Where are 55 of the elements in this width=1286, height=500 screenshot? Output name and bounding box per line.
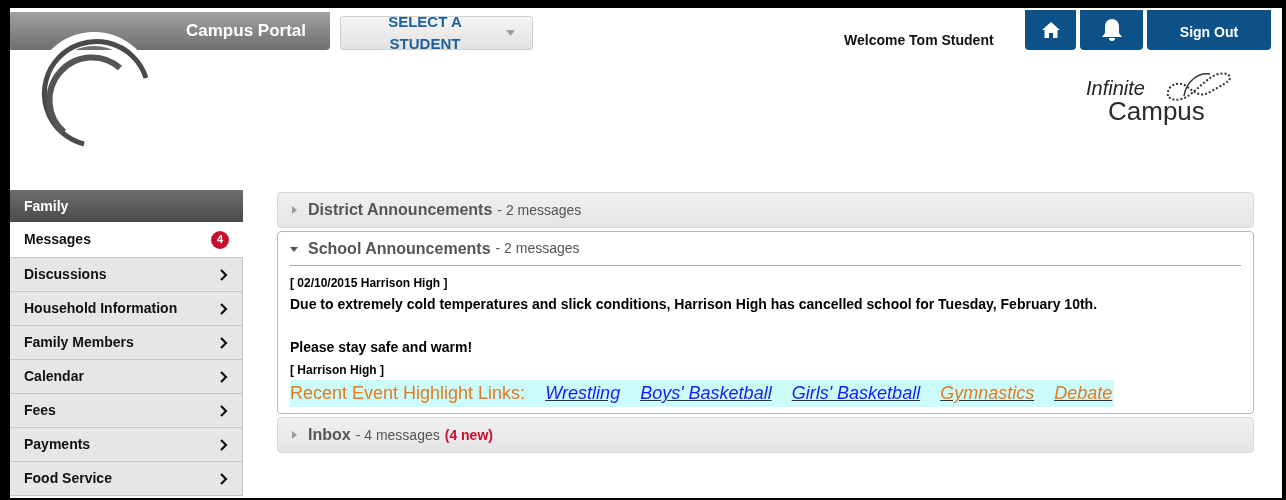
message-count: - 2 messages xyxy=(495,239,580,258)
section-header[interactable]: Inbox - 4 messages (4 new) xyxy=(290,418,1241,452)
chevron-right-icon xyxy=(220,302,228,315)
section-header[interactable]: District Announcements - 2 messages xyxy=(290,193,1241,227)
caret-down-icon xyxy=(505,30,515,36)
chevron-right-icon xyxy=(220,404,228,417)
home-button[interactable] xyxy=(1025,10,1076,50)
sidebar-item[interactable]: Discussions xyxy=(10,258,243,292)
notifications-button[interactable] xyxy=(1080,10,1143,50)
event-link[interactable]: Wrestling xyxy=(545,380,621,407)
count-badge: 4 xyxy=(211,230,229,249)
sidebar-heading: Family xyxy=(10,190,243,222)
chevron-right-icon xyxy=(220,336,228,349)
sidebar-item-label: Household Information xyxy=(24,299,179,318)
caret-right-icon xyxy=(290,206,298,214)
logo-word: Campus xyxy=(1108,98,1205,124)
bell-icon xyxy=(1100,18,1123,42)
sign-out-button[interactable]: Sign Out xyxy=(1147,10,1271,50)
new-count: (4 new) xyxy=(444,425,493,445)
message-body: Due to extremely cold temperatures and slick conditions, Harrison High has cancelled school for Tuesday, February 10th. xyxy=(290,295,1099,314)
message-closing: Please stay safe and warm! xyxy=(290,338,474,357)
sidebar-item-label: Family Members xyxy=(24,333,135,352)
logo-arcs-icon xyxy=(38,32,150,148)
student-select[interactable]: SELECT A STUDENT xyxy=(340,16,533,50)
chevron-right-icon xyxy=(220,268,228,281)
home-icon xyxy=(1040,21,1061,39)
chevron-right-icon xyxy=(220,438,228,451)
caret-right-icon xyxy=(290,431,298,439)
sidebar-item[interactable]: Fees xyxy=(10,394,243,428)
section-header[interactable]: School Announcements - 2 messages xyxy=(290,232,1241,266)
event-link[interactable]: Girls' Basketball xyxy=(791,380,921,407)
sidebar-item-label: Fees xyxy=(24,401,57,420)
chevron-right-icon xyxy=(220,370,228,383)
message-count: - 4 messages xyxy=(355,425,440,445)
sidebar-item-label: Payments xyxy=(24,435,92,454)
sidebar-item[interactable]: Household Information xyxy=(10,292,243,326)
infinity-swirl-icon xyxy=(1164,70,1234,104)
sidebar-item-label: Discussions xyxy=(24,265,108,284)
sidebar-item-label: Food Service xyxy=(24,469,113,488)
event-link[interactable]: Boys' Basketball xyxy=(640,380,772,407)
caret-down-icon xyxy=(290,244,298,253)
sidebar-item[interactable]: Payments xyxy=(10,428,243,462)
links-label: Recent Event Highlight Links: xyxy=(290,382,526,405)
sidebar-item[interactable]: Family Members xyxy=(10,326,243,360)
welcome-text: Welcome Tom Student xyxy=(844,31,994,50)
sidebar-item-label: Messages xyxy=(24,230,92,249)
message-header: [ 02/10/2015 Harrison High ] xyxy=(290,275,449,292)
portal-title: Campus Portal xyxy=(186,20,306,43)
sidebar-item[interactable]: Calendar xyxy=(10,360,243,394)
logo-word: Infinite xyxy=(1086,78,1145,98)
chevron-right-icon xyxy=(220,472,228,485)
message-count: - 2 messages xyxy=(497,200,582,220)
sidebar-item[interactable]: Food Service xyxy=(10,462,243,496)
message-signature: [ Harrison High ] xyxy=(290,362,385,379)
sidebar-item-label: Calendar xyxy=(24,367,85,386)
